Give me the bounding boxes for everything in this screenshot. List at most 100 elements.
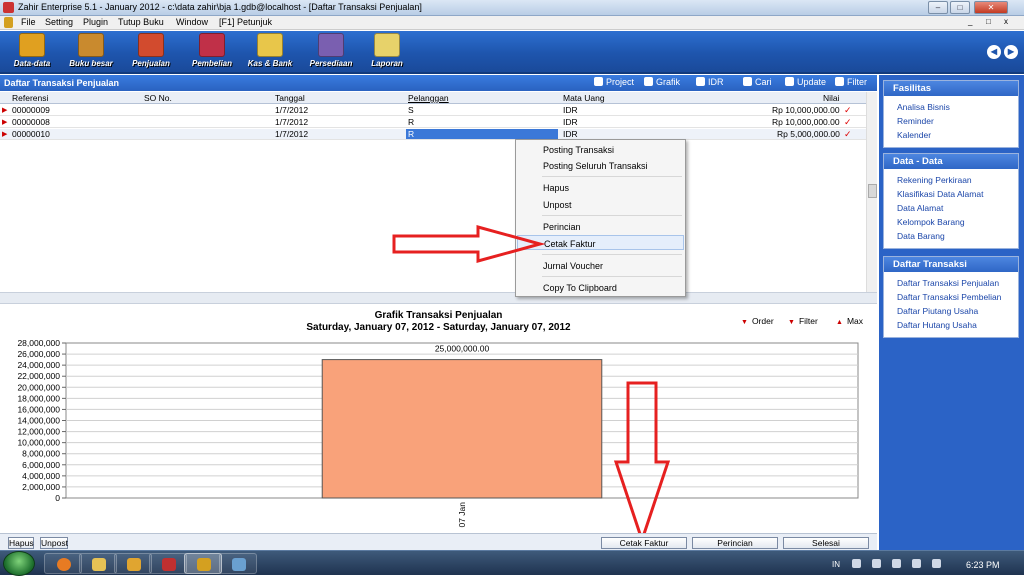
filter-button[interactable]: Filter: [835, 77, 867, 87]
toolbar-buku-besar[interactable]: Buku besar: [65, 33, 117, 71]
menu-tutup-buku[interactable]: Tutup Buku: [118, 17, 164, 27]
toolbar-kas-bank[interactable]: Kas & Bank: [244, 33, 296, 71]
app-icon: [162, 558, 176, 571]
network-icon[interactable]: [912, 559, 921, 568]
sidebar-header: Fasilitas: [884, 81, 1018, 96]
toolbar-pembelian[interactable]: Pembelian: [186, 33, 238, 71]
menu-petunjuk[interactable]: [F1] Petunjuk: [219, 17, 272, 27]
sidebar-item-analisa-bisnis[interactable]: Analisa Bisnis: [884, 100, 1018, 114]
taskbar-explorer[interactable]: [79, 553, 117, 574]
y-tick-label: 12,000,000: [17, 427, 60, 437]
cari-button[interactable]: Cari: [743, 77, 772, 87]
ctx-copy-clipboard[interactable]: Copy To Clipboard: [517, 280, 684, 295]
ctx-cetak-faktur[interactable]: Cetak Faktur: [517, 235, 684, 250]
y-tick-label: 24,000,000: [17, 360, 60, 370]
app-icon: [3, 2, 14, 13]
menu-plugin[interactable]: Plugin: [83, 17, 108, 27]
taskbar-firefox[interactable]: [44, 553, 82, 574]
col-pelanggan[interactable]: Pelanggan: [408, 93, 449, 103]
sidebar-item-hutang-usaha[interactable]: Daftar Hutang Usaha: [884, 318, 1018, 332]
selesai-button[interactable]: Selesai: [783, 537, 869, 549]
taskbar-media[interactable]: [114, 553, 152, 574]
sidebar-item-transaksi-pembelian[interactable]: Daftar Transaksi Pembelian: [884, 290, 1018, 304]
maximize-button[interactable]: □: [950, 1, 970, 14]
system-tray: IN 6:23 PM: [826, 551, 1024, 576]
sidebar-item-kelompok-barang[interactable]: Kelompok Barang: [884, 215, 1018, 229]
volume-icon[interactable]: [932, 559, 941, 568]
battery-icon[interactable]: [892, 559, 901, 568]
refresh-icon: [785, 77, 794, 86]
perincian-button[interactable]: Perincian: [692, 537, 778, 549]
child-maximize-button[interactable]: □: [986, 17, 991, 26]
idr-button[interactable]: IDR: [696, 77, 724, 87]
sidebar-item-piutang-usaha[interactable]: Daftar Piutang Usaha: [884, 304, 1018, 318]
taskbar-extra[interactable]: [219, 553, 257, 574]
data-label: 25,000,000.00: [435, 344, 490, 354]
sidebar-item-transaksi-penjualan[interactable]: Daftar Transaksi Penjualan: [884, 276, 1018, 290]
selected-cell[interactable]: R: [406, 129, 558, 139]
toolbar-data-data[interactable]: Data-data: [6, 33, 58, 71]
table-row[interactable]: ▶ 00000009 1/7/2012 S IDR Rp 10,000,000.…: [0, 105, 866, 116]
toolbar-penjualan[interactable]: Penjualan: [125, 33, 177, 71]
sidebar-item-data-alamat[interactable]: Data Alamat: [884, 201, 1018, 215]
splitter[interactable]: [0, 292, 877, 304]
ledger-icon: [78, 33, 104, 57]
context-menu: Posting Transaksi Posting Seluruh Transa…: [515, 139, 686, 297]
unpost-button[interactable]: Unpost: [40, 537, 68, 549]
close-button[interactable]: ✕: [974, 1, 1008, 14]
menu-file[interactable]: File: [21, 17, 36, 27]
project-button[interactable]: Project: [594, 77, 634, 87]
back-icon[interactable]: ◀: [987, 45, 1001, 59]
col-nilai[interactable]: Nilai: [823, 93, 840, 103]
col-mata-uang[interactable]: Mata Uang: [563, 93, 605, 103]
col-referensi[interactable]: Referensi: [12, 93, 48, 103]
ctx-posting-transaksi[interactable]: Posting Transaksi: [517, 142, 684, 157]
sidebar-item-kalender[interactable]: Kalender: [884, 128, 1018, 142]
child-close-button[interactable]: x: [1004, 17, 1008, 26]
sidebar-item-data-barang[interactable]: Data Barang: [884, 229, 1018, 243]
flag-icon[interactable]: [872, 559, 881, 568]
ctx-unpost[interactable]: Unpost: [517, 197, 684, 212]
check-icon: ✓: [844, 129, 852, 139]
panel-header: Daftar Transaksi Penjualan Project Grafi…: [0, 75, 877, 91]
chart-icon: [644, 77, 653, 86]
menu-bar: File Setting Plugin Tutup Buku Window [F…: [0, 16, 1024, 30]
ctx-perincian[interactable]: Perincian: [517, 219, 684, 234]
cetak-faktur-button[interactable]: Cetak Faktur: [601, 537, 687, 549]
chart-area: Grafik Transaksi Penjualan Saturday, Jan…: [0, 304, 877, 532]
sidebar-item-reminder[interactable]: Reminder: [884, 114, 1018, 128]
grid-header: Referensi SO No. Tanggal Pelanggan Mata …: [0, 92, 866, 104]
toolbar-persediaan[interactable]: Persediaan: [305, 33, 357, 71]
child-minimize-button[interactable]: _: [968, 17, 972, 26]
table-row[interactable]: ▶ 00000008 1/7/2012 R IDR Rp 10,000,000.…: [0, 117, 866, 128]
menu-setting[interactable]: Setting: [45, 17, 73, 27]
sidebar-item-klasifikasi-data-alamat[interactable]: Klasifikasi Data Alamat: [884, 187, 1018, 201]
bar: [321, 359, 603, 499]
sidebar-item-rekening-perkiraan[interactable]: Rekening Perkiraan: [884, 173, 1018, 187]
minimize-button[interactable]: –: [928, 1, 948, 14]
grafik-button[interactable]: Grafik: [644, 77, 680, 87]
title-bar: Zahir Enterprise 5.1 - January 2012 - c:…: [0, 0, 1024, 16]
y-tick-label: 22,000,000: [17, 371, 60, 381]
filter-icon: [835, 77, 844, 86]
col-tanggal[interactable]: Tanggal: [275, 93, 305, 103]
ctx-jurnal-voucher[interactable]: Jurnal Voucher: [517, 258, 684, 273]
help-icon[interactable]: [852, 559, 861, 568]
taskbar-app[interactable]: [149, 553, 187, 574]
update-button[interactable]: Update: [785, 77, 826, 87]
col-so-no[interactable]: SO No.: [144, 93, 172, 103]
ctx-hapus[interactable]: Hapus: [517, 180, 684, 195]
table-row-selected[interactable]: ▶ 00000010 1/7/2012 R IDR Rp 5,000,000.0…: [0, 129, 866, 140]
clock[interactable]: 6:23 PM: [966, 560, 1000, 570]
taskbar-zahir[interactable]: [184, 553, 222, 574]
ctx-posting-seluruh[interactable]: Posting Seluruh Transaksi: [517, 158, 684, 173]
language-indicator[interactable]: IN: [832, 560, 840, 569]
toolbar-laporan[interactable]: Laporan: [361, 33, 413, 71]
start-button[interactable]: [3, 551, 35, 576]
grid-scrollbar[interactable]: [866, 92, 877, 292]
hapus-button[interactable]: Hapus: [8, 537, 34, 549]
scrollbar-thumb[interactable]: [868, 184, 877, 198]
folder-icon: [92, 558, 106, 571]
forward-icon[interactable]: ▶: [1004, 45, 1018, 59]
menu-window[interactable]: Window: [176, 17, 208, 27]
